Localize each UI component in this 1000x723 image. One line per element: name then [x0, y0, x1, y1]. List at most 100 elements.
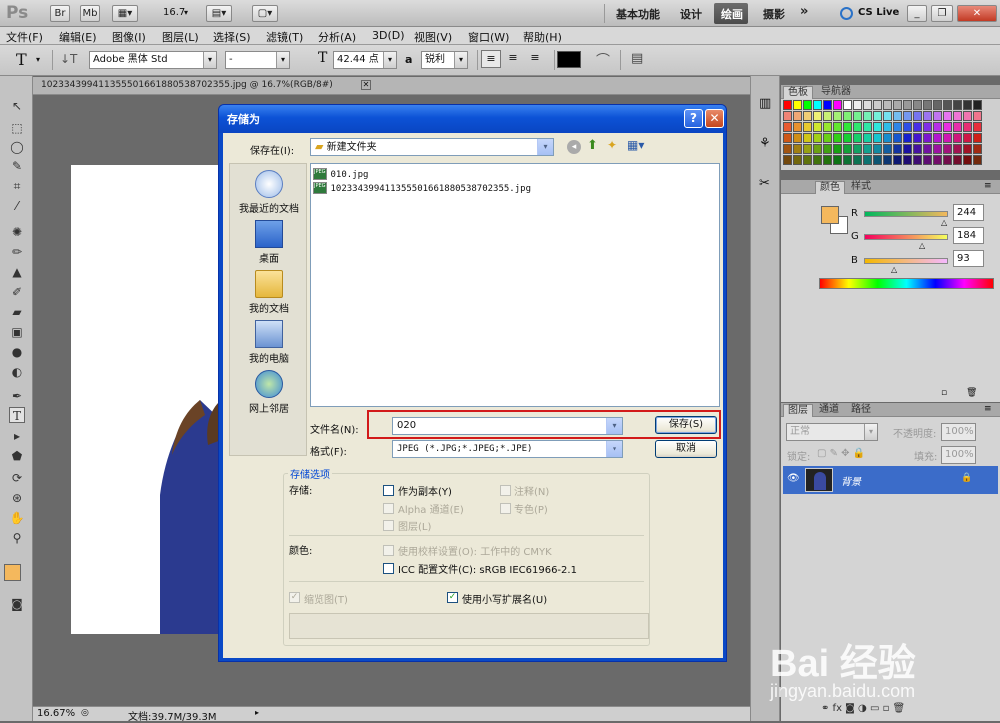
align-right-icon[interactable]: ≡ [525, 50, 545, 68]
color-swatch[interactable] [853, 155, 862, 165]
color-swatch[interactable] [793, 144, 802, 154]
cancel-button[interactable]: 取消 [655, 440, 717, 458]
g-value[interactable]: 184 [953, 227, 984, 244]
menu-select[interactable]: 选择(S) [213, 29, 251, 45]
color-swatch[interactable] [783, 144, 792, 154]
color-swatch[interactable] [953, 155, 962, 165]
file-list[interactable]: JPEG 010.jpg JPEG 1023343994113555016618… [310, 163, 720, 407]
foreground-color-swatch[interactable] [4, 564, 21, 581]
color-ramp[interactable] [819, 278, 994, 289]
color-swatch[interactable] [933, 144, 942, 154]
place-desktop[interactable]: 桌面 [232, 220, 306, 265]
close-document-icon[interactable]: ✕ [361, 80, 371, 90]
hand-tool-icon[interactable]: ✋ [9, 510, 25, 526]
b-slider-handle-icon[interactable]: △ [891, 265, 897, 274]
color-swatch[interactable] [833, 111, 842, 121]
align-center-icon[interactable]: ≡ [503, 50, 523, 68]
color-swatch[interactable] [783, 111, 792, 121]
view-menu-icon[interactable]: ▦▾ [627, 138, 644, 152]
as-copy-checkbox[interactable] [383, 485, 394, 496]
color-swatch[interactable] [793, 155, 802, 165]
type-tool-icon[interactable]: T [16, 50, 27, 69]
color-swatch[interactable] [833, 100, 842, 110]
g-slider[interactable] [864, 234, 948, 240]
up-folder-icon[interactable]: ⬆ [587, 138, 598, 153]
color-swatch[interactable] [933, 155, 942, 165]
color-swatch[interactable] [853, 100, 862, 110]
menu-filter[interactable]: 滤镜(T) [266, 29, 303, 45]
layer-visibility-icon[interactable]: 👁 [787, 473, 800, 484]
color-swatch[interactable] [963, 133, 972, 143]
color-swatch[interactable] [863, 133, 872, 143]
menu-layer[interactable]: 图层(L) [162, 29, 199, 45]
color-swatch[interactable] [963, 100, 972, 110]
color-swatch[interactable] [863, 122, 872, 132]
color-swatch[interactable] [803, 100, 812, 110]
color-swatch[interactable] [903, 100, 912, 110]
color-swatch[interactable] [953, 133, 962, 143]
color-swatch[interactable] [933, 122, 942, 132]
color-swatch[interactable] [843, 133, 852, 143]
color-swatch[interactable] [863, 155, 872, 165]
menu-3d[interactable]: 3D(D) [372, 29, 405, 42]
lock-icons[interactable]: ▢ ✎ ✥ 🔒 [817, 448, 865, 459]
color-swatch[interactable] [853, 133, 862, 143]
color-swatch[interactable] [973, 144, 982, 154]
view-extras-button[interactable]: ▦▾ [112, 5, 138, 22]
help-button[interactable]: ? [684, 109, 703, 128]
history-brush-tool-icon[interactable]: ✐ [9, 284, 25, 300]
color-swatch[interactable] [903, 111, 912, 121]
fill-field[interactable]: 100% [941, 446, 976, 464]
color-swatch[interactable] [903, 122, 912, 132]
color-swatch[interactable] [823, 100, 832, 110]
layer-row-background[interactable]: 👁 背景 🔒 [783, 466, 998, 494]
type-tool-button[interactable]: T [9, 407, 25, 423]
color-swatch[interactable] [913, 111, 922, 121]
menu-window[interactable]: 窗口(W) [468, 29, 509, 45]
color-swatch[interactable] [893, 111, 902, 121]
color-swatch[interactable] [813, 100, 822, 110]
color-swatch[interactable] [843, 100, 852, 110]
warp-text-icon[interactable]: ⌒ [596, 50, 610, 70]
color-swatch[interactable] [823, 122, 832, 132]
color-swatch[interactable] [943, 133, 952, 143]
color-swatch[interactable] [973, 133, 982, 143]
restore-button[interactable]: ❐ [931, 5, 953, 22]
status-zoom[interactable]: 16.67% [37, 708, 75, 719]
color-swatch[interactable] [913, 100, 922, 110]
b-value[interactable]: 93 [953, 250, 984, 267]
align-left-icon[interactable]: ≡ [481, 50, 501, 68]
clone-stamp-tool-icon[interactable]: ▲ [9, 264, 25, 280]
3d-orbit-tool-icon[interactable]: ⊛ [9, 490, 25, 506]
color-swatch[interactable] [893, 100, 902, 110]
color-swatch[interactable] [963, 144, 972, 154]
status-menu-icon[interactable]: ▸ [255, 708, 259, 717]
color-swatch[interactable] [803, 111, 812, 121]
place-my-computer[interactable]: 我的电脑 [232, 320, 306, 365]
color-swatch[interactable] [913, 133, 922, 143]
color-swatch[interactable] [913, 122, 922, 132]
tab-layers[interactable]: 图层 [783, 404, 813, 417]
quick-select-tool-icon[interactable]: ✎ [9, 158, 25, 174]
color-swatch[interactable] [853, 122, 862, 132]
color-swatch[interactable] [863, 111, 872, 121]
path-select-tool-icon[interactable]: ▸ [9, 428, 25, 444]
color-swatch[interactable] [833, 133, 842, 143]
color-swatch[interactable] [913, 155, 922, 165]
layers-footer-icons[interactable]: ⚭ fx ◙ ◑ ▭ ▫ 🗑 [821, 703, 905, 714]
color-swatch[interactable] [923, 100, 932, 110]
tool-preset-dropdown-icon[interactable]: ▾ [36, 55, 40, 64]
color-swatch[interactable] [873, 133, 882, 143]
tab-paths[interactable]: 路径 [847, 404, 875, 417]
color-swatch[interactable] [803, 155, 812, 165]
marquee-tool-icon[interactable]: ⬚ [9, 120, 25, 136]
color-swatch[interactable] [843, 155, 852, 165]
icc-checkbox[interactable] [383, 563, 394, 574]
color-swatch[interactable] [803, 144, 812, 154]
color-swatch[interactable] [893, 155, 902, 165]
new-swatch-icon[interactable]: ▫ [941, 388, 947, 398]
delete-swatch-icon[interactable]: 🗑 [966, 388, 977, 398]
b-slider[interactable] [864, 258, 948, 264]
zoom-level[interactable]: 16.7 [163, 7, 185, 18]
dialog-titlebar[interactable]: 存储为 ? ✕ [219, 105, 726, 133]
